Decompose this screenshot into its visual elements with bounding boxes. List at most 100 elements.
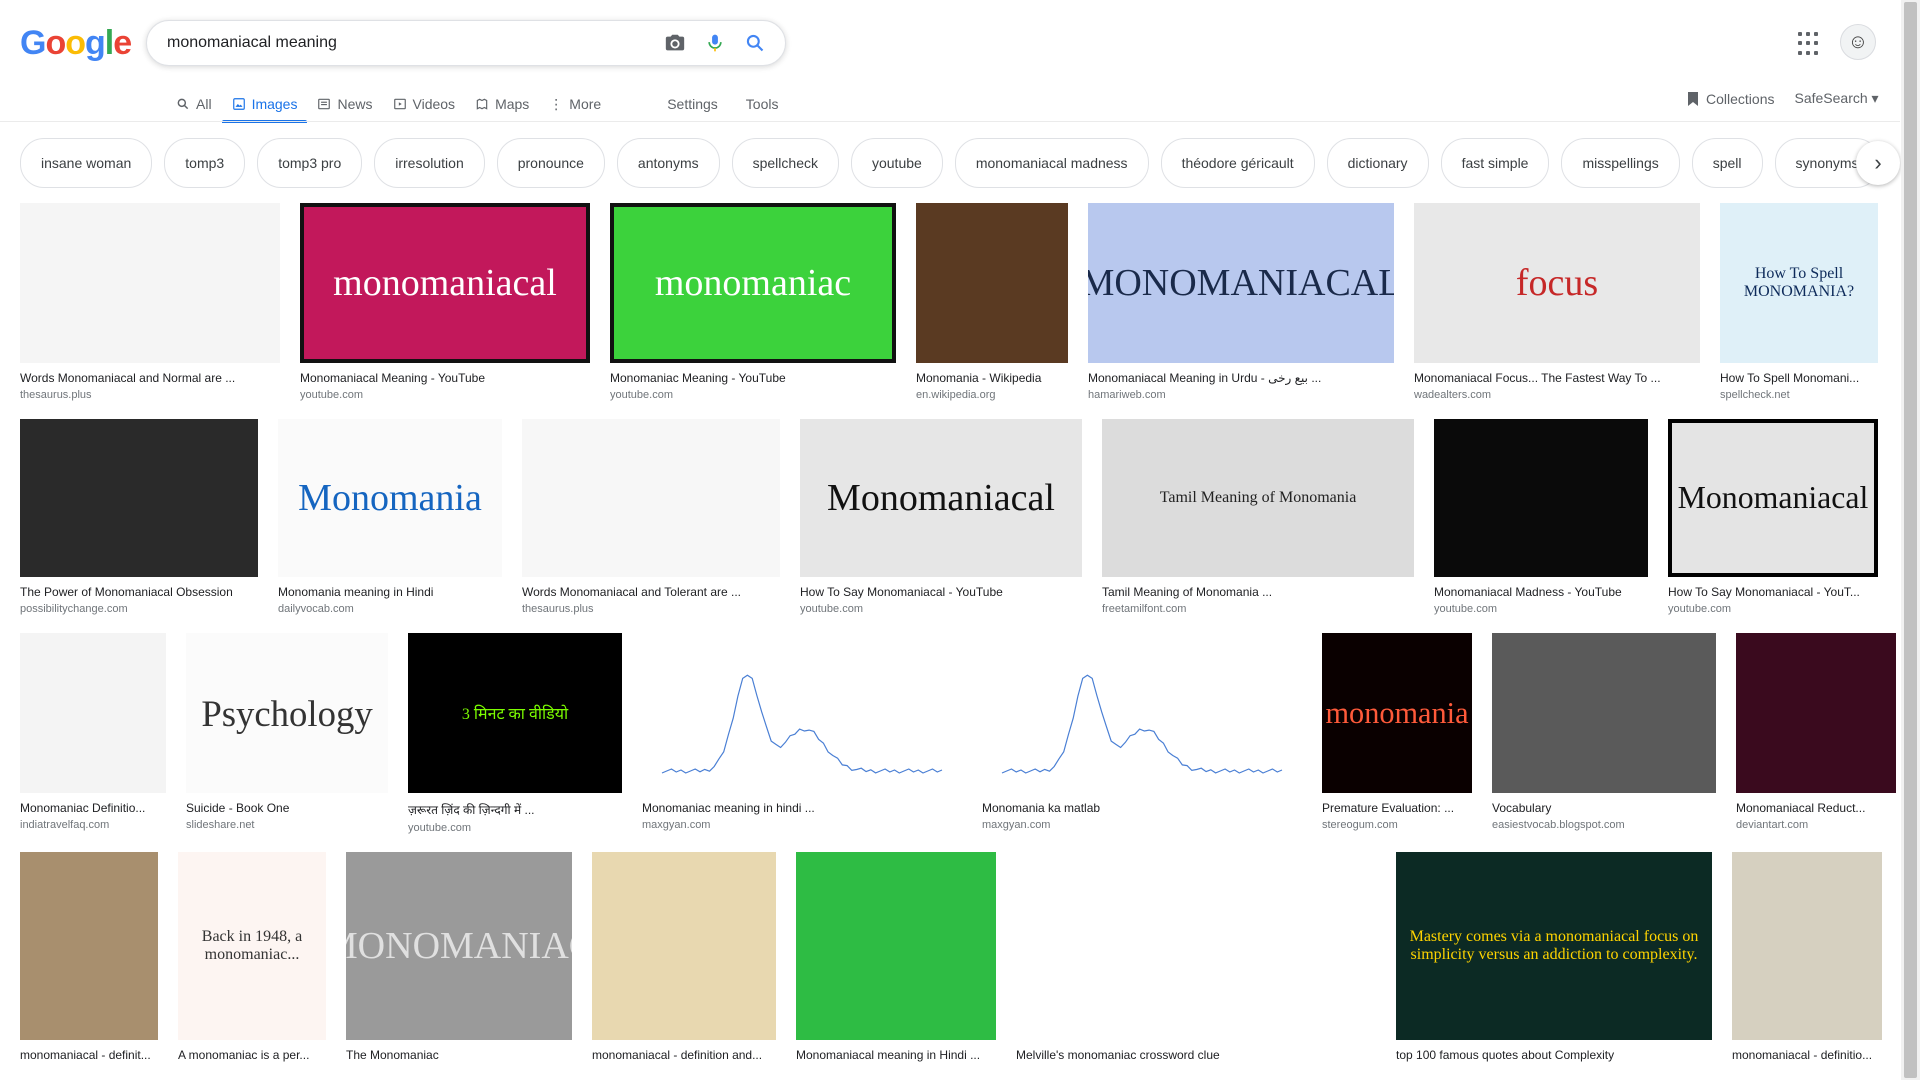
avatar[interactable]: ☺ <box>1840 24 1876 60</box>
image-result[interactable]: Tamil Meaning of Monomania Tamil Meaning … <box>1102 419 1414 615</box>
safesearch-dropdown[interactable]: SafeSearch ▾ <box>1794 90 1878 107</box>
microphone-icon[interactable] <box>695 21 735 65</box>
image-title[interactable]: Monomaniac Meaning - YouTube <box>610 371 896 385</box>
image-title[interactable]: monomaniacal - definitio... <box>1732 1048 1882 1062</box>
image-result[interactable]: Words Monomaniacal and Tolerant are ... t… <box>522 419 780 615</box>
image-title[interactable]: Monomania ka matlab <box>982 801 1302 815</box>
image-thumbnail[interactable]: How To Spell MONOMANIA? <box>1720 203 1878 363</box>
image-title[interactable]: A monomaniac is a per... <box>178 1048 326 1062</box>
related-chip[interactable]: tomp3 pro <box>257 138 363 188</box>
image-title[interactable]: Monomania meaning in Hindi <box>278 585 502 599</box>
collections-link[interactable]: Collections <box>1686 91 1774 107</box>
image-thumbnail[interactable] <box>20 419 258 577</box>
image-result[interactable]: monomaniacal Monomaniacal Meaning - YouTu… <box>300 203 590 401</box>
related-chip[interactable]: spell <box>1691 138 1763 188</box>
tab-maps[interactable]: Maps <box>465 86 539 122</box>
tools-link[interactable]: Tools <box>746 96 779 112</box>
related-chip[interactable]: irresolution <box>374 138 485 188</box>
image-thumbnail[interactable]: monomania <box>1322 633 1472 793</box>
image-thumbnail[interactable]: Melville's monomaniac <box>1016 852 1376 1040</box>
image-result[interactable]: Monomania Monomania meaning in Hindi daily… <box>278 419 502 615</box>
image-result[interactable]: Monomaniacal How To Say Monomaniacal - Yo… <box>800 419 1082 615</box>
image-thumbnail[interactable]: Monomaniacal <box>800 419 1082 577</box>
related-chip[interactable]: monomaniacal madness <box>954 138 1149 188</box>
camera-icon[interactable] <box>655 21 695 65</box>
image-thumbnail[interactable]: MONOMANIAC <box>346 852 572 1040</box>
image-title[interactable]: Monomaniacal Focus... The Fastest Way To… <box>1414 371 1700 385</box>
image-title[interactable]: How To Say Monomaniacal - YouT... <box>1668 585 1878 599</box>
image-result[interactable]: monomania Premature Evaluation: ... stereo… <box>1322 633 1472 834</box>
image-thumbnail[interactable]: Tamil Meaning of Monomania <box>1102 419 1414 577</box>
image-result[interactable]: Monomaniacal How To Say Monomaniacal - Yo… <box>1668 419 1878 615</box>
related-chip[interactable]: théodore géricault <box>1160 138 1315 188</box>
related-chip[interactable]: fast simple <box>1440 138 1550 188</box>
image-title[interactable]: ज़रूरत ज़िंद की ज़िन्दगी में ... <box>408 801 622 818</box>
image-result[interactable]: Words Monomaniacal and Normal are ... the… <box>20 203 280 401</box>
image-thumbnail[interactable] <box>982 633 1302 793</box>
image-result[interactable]: Monomaniacal Madness - YouTube youtube.co… <box>1434 419 1648 615</box>
image-result[interactable]: Monomaniac Definitio... indiatravelfaq.co… <box>20 633 166 834</box>
image-title[interactable]: Words Monomaniacal and Tolerant are ... <box>522 585 780 599</box>
image-result[interactable]: 3 मिनट का वीडियो ज़रूरत ज़िंद की ज़िन्दगी… <box>408 633 622 834</box>
image-result[interactable]: focus Monomaniacal Focus... The Fastest W… <box>1414 203 1700 401</box>
image-thumbnail[interactable] <box>916 203 1068 363</box>
image-title[interactable]: Monomaniacal Madness - YouTube <box>1434 585 1648 599</box>
tab-images[interactable]: Images <box>221 86 308 123</box>
image-title[interactable]: The Monomaniac <box>346 1048 572 1062</box>
related-chip[interactable]: dictionary <box>1326 138 1429 188</box>
image-thumbnail[interactable]: Mastery comes via a monomaniacal focus o… <box>1396 852 1712 1040</box>
image-thumbnail[interactable] <box>592 852 776 1040</box>
image-result[interactable]: monomaniacal - definit... <box>20 852 158 1062</box>
image-thumbnail[interactable] <box>522 419 780 577</box>
search-icon[interactable] <box>735 21 775 65</box>
image-thumbnail[interactable] <box>20 633 166 793</box>
scrollbar-thumb[interactable] <box>1904 2 1917 1078</box>
tab-more[interactable]: ⋮ More <box>539 86 611 122</box>
image-thumbnail[interactable]: MONOMANIACAL <box>1088 203 1394 363</box>
settings-link[interactable]: Settings <box>667 96 718 112</box>
image-title[interactable]: Suicide - Book One <box>186 801 388 815</box>
image-result[interactable]: Monomaniac meaning in hindi ... maxgyan.c… <box>642 633 962 834</box>
image-thumbnail[interactable]: focus <box>1414 203 1700 363</box>
tab-all[interactable]: All <box>166 86 222 122</box>
image-title[interactable]: Monomaniac Definitio... <box>20 801 166 815</box>
related-chip[interactable]: pronounce <box>496 138 605 188</box>
image-thumbnail[interactable] <box>1736 633 1896 793</box>
image-title[interactable]: monomaniacal - definit... <box>20 1048 158 1062</box>
image-result[interactable]: Back in 1948, a monomaniac... A monomania… <box>178 852 326 1062</box>
image-result[interactable]: Monomaniacal meaning in Hindi ... <box>796 852 996 1062</box>
image-thumbnail[interactable] <box>20 852 158 1040</box>
image-title[interactable]: monomaniacal - definition and... <box>592 1048 776 1062</box>
image-result[interactable]: MONOMANIACAL Monomaniacal Meaning in Urdu… <box>1088 203 1394 401</box>
image-title[interactable]: Monomaniacal Meaning - YouTube <box>300 371 590 385</box>
image-result[interactable]: Monomaniacal Reduct... deviantart.com <box>1736 633 1896 834</box>
image-title[interactable]: top 100 famous quotes about Complexity <box>1396 1048 1712 1062</box>
related-chip[interactable]: tomp3 <box>164 138 246 188</box>
related-chip[interactable]: insane woman <box>20 138 153 188</box>
image-title[interactable]: Words Monomaniacal and Normal are ... <box>20 371 280 385</box>
image-result[interactable]: Psychology Suicide - Book One slideshare.n… <box>186 633 388 834</box>
image-title[interactable]: Vocabulary <box>1492 801 1716 815</box>
image-title[interactable]: Monomania - Wikipedia <box>916 371 1068 385</box>
tab-videos[interactable]: Videos <box>383 86 466 122</box>
apps-grid-icon[interactable] <box>1796 30 1824 58</box>
image-thumbnail[interactable]: Back in 1948, a monomaniac... <box>178 852 326 1040</box>
image-title[interactable]: Tamil Meaning of Monomania ... <box>1102 585 1414 599</box>
search-box[interactable]: monomaniacal meaning <box>146 20 786 66</box>
image-title[interactable]: Premature Evaluation: ... <box>1322 801 1472 815</box>
search-input[interactable]: monomaniacal meaning <box>147 34 655 52</box>
image-title[interactable]: Monomaniac meaning in hindi ... <box>642 801 962 815</box>
image-thumbnail[interactable]: 3 मिनट का वीडियो <box>408 633 622 793</box>
related-chip[interactable]: misspellings <box>1561 138 1680 188</box>
image-title[interactable]: Melville's monomaniac crossword clue <box>1016 1048 1376 1062</box>
image-thumbnail[interactable]: monomaniacal <box>300 203 590 363</box>
image-thumbnail[interactable] <box>1732 852 1882 1040</box>
image-result[interactable]: The Power of Monomaniacal Obsession possi… <box>20 419 258 615</box>
image-result[interactable]: Melville's monomaniac Melville's monomani… <box>1016 852 1376 1062</box>
image-title[interactable]: How To Say Monomaniacal - YouTube <box>800 585 1082 599</box>
image-thumbnail[interactable] <box>642 633 962 793</box>
image-title[interactable]: Monomaniacal meaning in Hindi ... <box>796 1048 996 1062</box>
tab-news[interactable]: News <box>307 86 382 122</box>
google-logo[interactable]: Google <box>20 26 132 60</box>
image-result[interactable]: monomaniacal - definition and... <box>592 852 776 1062</box>
